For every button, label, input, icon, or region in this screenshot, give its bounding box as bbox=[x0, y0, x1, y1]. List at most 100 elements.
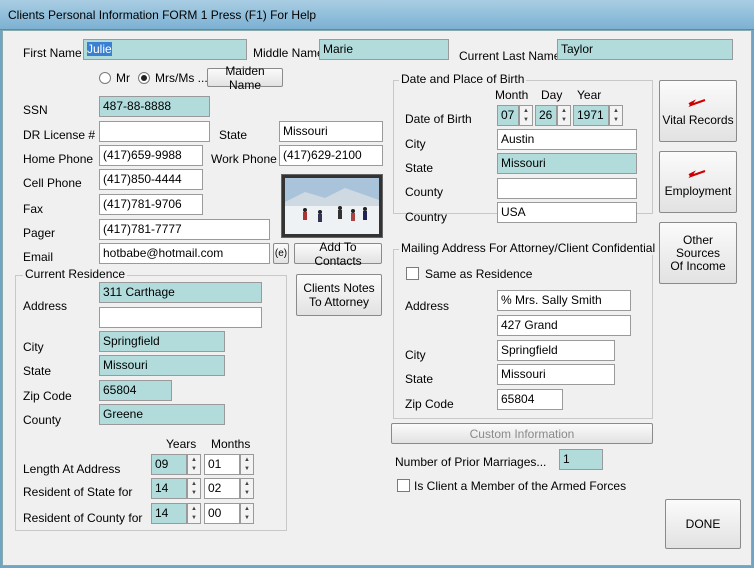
ssn-label: SSN bbox=[23, 103, 48, 117]
same-as-residence-checkbox[interactable] bbox=[406, 267, 419, 280]
mailing-zip-field[interactable]: 65804 bbox=[497, 389, 563, 410]
birth-state-field[interactable]: Missouri bbox=[497, 153, 637, 174]
add-to-contacts-button[interactable]: Add To Contacts bbox=[294, 240, 382, 268]
birth-month-field[interactable]: 07 bbox=[497, 105, 519, 126]
window-title: Clients Personal Information FORM 1 Pres… bbox=[8, 8, 317, 22]
title-bar[interactable]: Clients Personal Information FORM 1 Pres… bbox=[0, 0, 754, 30]
length-years-field[interactable]: 09 bbox=[151, 454, 187, 475]
dl-state-field[interactable]: Missouri bbox=[279, 121, 383, 142]
mailing-address-label: Address bbox=[405, 299, 450, 313]
mailing-state-label: State bbox=[405, 372, 434, 386]
month-label: Month bbox=[495, 88, 529, 102]
residence-city-field[interactable]: Springfield bbox=[99, 331, 225, 352]
months-label: Months bbox=[211, 437, 251, 451]
home-phone-field[interactable]: (417)659-9988 bbox=[99, 145, 203, 166]
birth-year-field[interactable]: 1971 bbox=[573, 105, 609, 126]
cell-phone-label: Cell Phone bbox=[23, 176, 82, 190]
other-income-line3: Of Income bbox=[670, 258, 726, 273]
middle-name-field[interactable]: Marie bbox=[319, 39, 449, 60]
birth-day-spinner[interactable]: ▲ ▼ bbox=[557, 105, 571, 126]
prior-marriages-field[interactable]: 1 bbox=[559, 449, 603, 470]
vital-records-label: Vital Records bbox=[662, 113, 734, 127]
birth-country-label: Country bbox=[405, 210, 448, 224]
length-at-address-label: Length At Address bbox=[23, 462, 121, 476]
state-months-field[interactable]: 02 bbox=[204, 478, 240, 499]
work-phone-field[interactable]: (417)629-2100 bbox=[279, 145, 383, 166]
birth-day-field[interactable]: 26 bbox=[535, 105, 557, 126]
county-years-spinner[interactable]: ▲ ▼ bbox=[187, 503, 201, 524]
mailing-address2-field[interactable]: 427 Grand bbox=[497, 315, 631, 336]
armed-forces-label: Is Client a Member of the Armed Forces bbox=[414, 479, 627, 493]
other-income-line2: Sources bbox=[675, 245, 721, 260]
first-name-field[interactable]: Julie bbox=[83, 39, 247, 60]
notes-line1: Clients Notes bbox=[303, 281, 375, 295]
residence-zip-label: Zip Code bbox=[23, 389, 72, 403]
pager-field[interactable]: (417)781-7777 bbox=[99, 219, 270, 240]
fax-label: Fax bbox=[23, 202, 44, 216]
mrs-radio[interactable] bbox=[138, 72, 150, 84]
mr-radio[interactable] bbox=[99, 72, 111, 84]
length-months-spinner[interactable]: ▲ ▼ bbox=[240, 454, 254, 475]
mailing-state-field[interactable]: Missouri bbox=[497, 364, 615, 385]
residence-county-field[interactable]: Greene bbox=[99, 404, 225, 425]
day-label: Day bbox=[541, 88, 563, 102]
residence-city-label: City bbox=[23, 340, 44, 354]
email-label: Email bbox=[23, 250, 54, 264]
maiden-name-button[interactable]: Maiden Name bbox=[207, 64, 283, 92]
first-name-label: First Name bbox=[23, 46, 82, 60]
mailing-group-title: Mailing Address For Attorney/Client Conf… bbox=[399, 241, 683, 255]
resident-county-label: Resident of County for bbox=[23, 511, 143, 525]
same-as-residence-label: Same as Residence bbox=[425, 267, 533, 281]
dob-label: Date of Birth bbox=[405, 112, 472, 126]
birth-year-spinner[interactable]: ▲ ▼ bbox=[609, 105, 623, 126]
first-name-value: Julie bbox=[87, 42, 112, 56]
armed-forces-checkbox[interactable] bbox=[397, 479, 410, 492]
mailing-city-field[interactable]: Springfield bbox=[497, 340, 615, 361]
employment-label: Employment bbox=[664, 184, 732, 198]
done-button[interactable]: DONE bbox=[665, 499, 741, 549]
residence-address2-field[interactable] bbox=[99, 307, 262, 328]
county-years-field[interactable]: 14 bbox=[151, 503, 187, 524]
residence-address1-field[interactable]: 311 Carthage bbox=[99, 282, 262, 303]
state-years-field[interactable]: 14 bbox=[151, 478, 187, 499]
dl-state-label: State bbox=[219, 128, 248, 142]
birth-state-label: State bbox=[405, 161, 434, 175]
clients-notes-button[interactable]: Clients Notes To Attorney bbox=[296, 274, 382, 316]
vital-records-button[interactable]: Vital Records bbox=[659, 80, 737, 142]
residence-state-label: State bbox=[23, 364, 52, 378]
mailing-address1-field[interactable]: % Mrs. Sally Smith bbox=[497, 290, 631, 311]
employment-button[interactable]: Employment bbox=[659, 151, 737, 213]
resident-state-label: Resident of State for bbox=[23, 485, 133, 499]
dl-label: DR License # bbox=[23, 128, 96, 142]
ssn-field[interactable]: 487-88-8888 bbox=[99, 96, 210, 117]
length-months-field[interactable]: 01 bbox=[204, 454, 240, 475]
county-months-field[interactable]: 00 bbox=[204, 503, 240, 524]
birth-city-field[interactable]: Austin bbox=[497, 129, 637, 150]
birth-country-field[interactable]: USA bbox=[497, 202, 637, 223]
mailing-zip-label: Zip Code bbox=[405, 397, 454, 411]
birth-county-field[interactable] bbox=[497, 178, 637, 199]
cell-phone-field[interactable]: (417)850-4444 bbox=[99, 169, 203, 190]
custom-information-button[interactable]: Custom Information bbox=[391, 423, 653, 444]
other-income-line1: Other bbox=[682, 232, 713, 247]
home-phone-label: Home Phone bbox=[23, 152, 94, 166]
state-months-spinner[interactable]: ▲ ▼ bbox=[240, 478, 254, 499]
fax-field[interactable]: (417)781-9706 bbox=[99, 194, 203, 215]
last-name-field[interactable]: Taylor bbox=[557, 39, 733, 60]
birth-city-label: City bbox=[405, 137, 426, 151]
pager-label: Pager bbox=[23, 226, 56, 240]
state-years-spinner[interactable]: ▲ ▼ bbox=[187, 478, 201, 499]
dl-field[interactable] bbox=[99, 121, 210, 142]
client-photo bbox=[281, 174, 383, 238]
email-send-button[interactable]: (e) bbox=[273, 243, 289, 264]
county-months-spinner[interactable]: ▲ ▼ bbox=[240, 503, 254, 524]
birth-month-spinner[interactable]: ▲ ▼ bbox=[519, 105, 533, 126]
current-residence-title: Current Residence bbox=[23, 267, 128, 281]
length-years-spinner[interactable]: ▲ ▼ bbox=[187, 454, 201, 475]
email-field[interactable]: hotbabe@hotmail.com bbox=[99, 243, 270, 264]
mrs-label: Mrs/Ms ... bbox=[155, 71, 208, 85]
residence-state-field[interactable]: Missouri bbox=[99, 355, 225, 376]
birth-county-label: County bbox=[405, 185, 444, 199]
other-income-button[interactable]: Other Sources Of Income bbox=[659, 222, 737, 284]
residence-zip-field[interactable]: 65804 bbox=[99, 380, 172, 401]
